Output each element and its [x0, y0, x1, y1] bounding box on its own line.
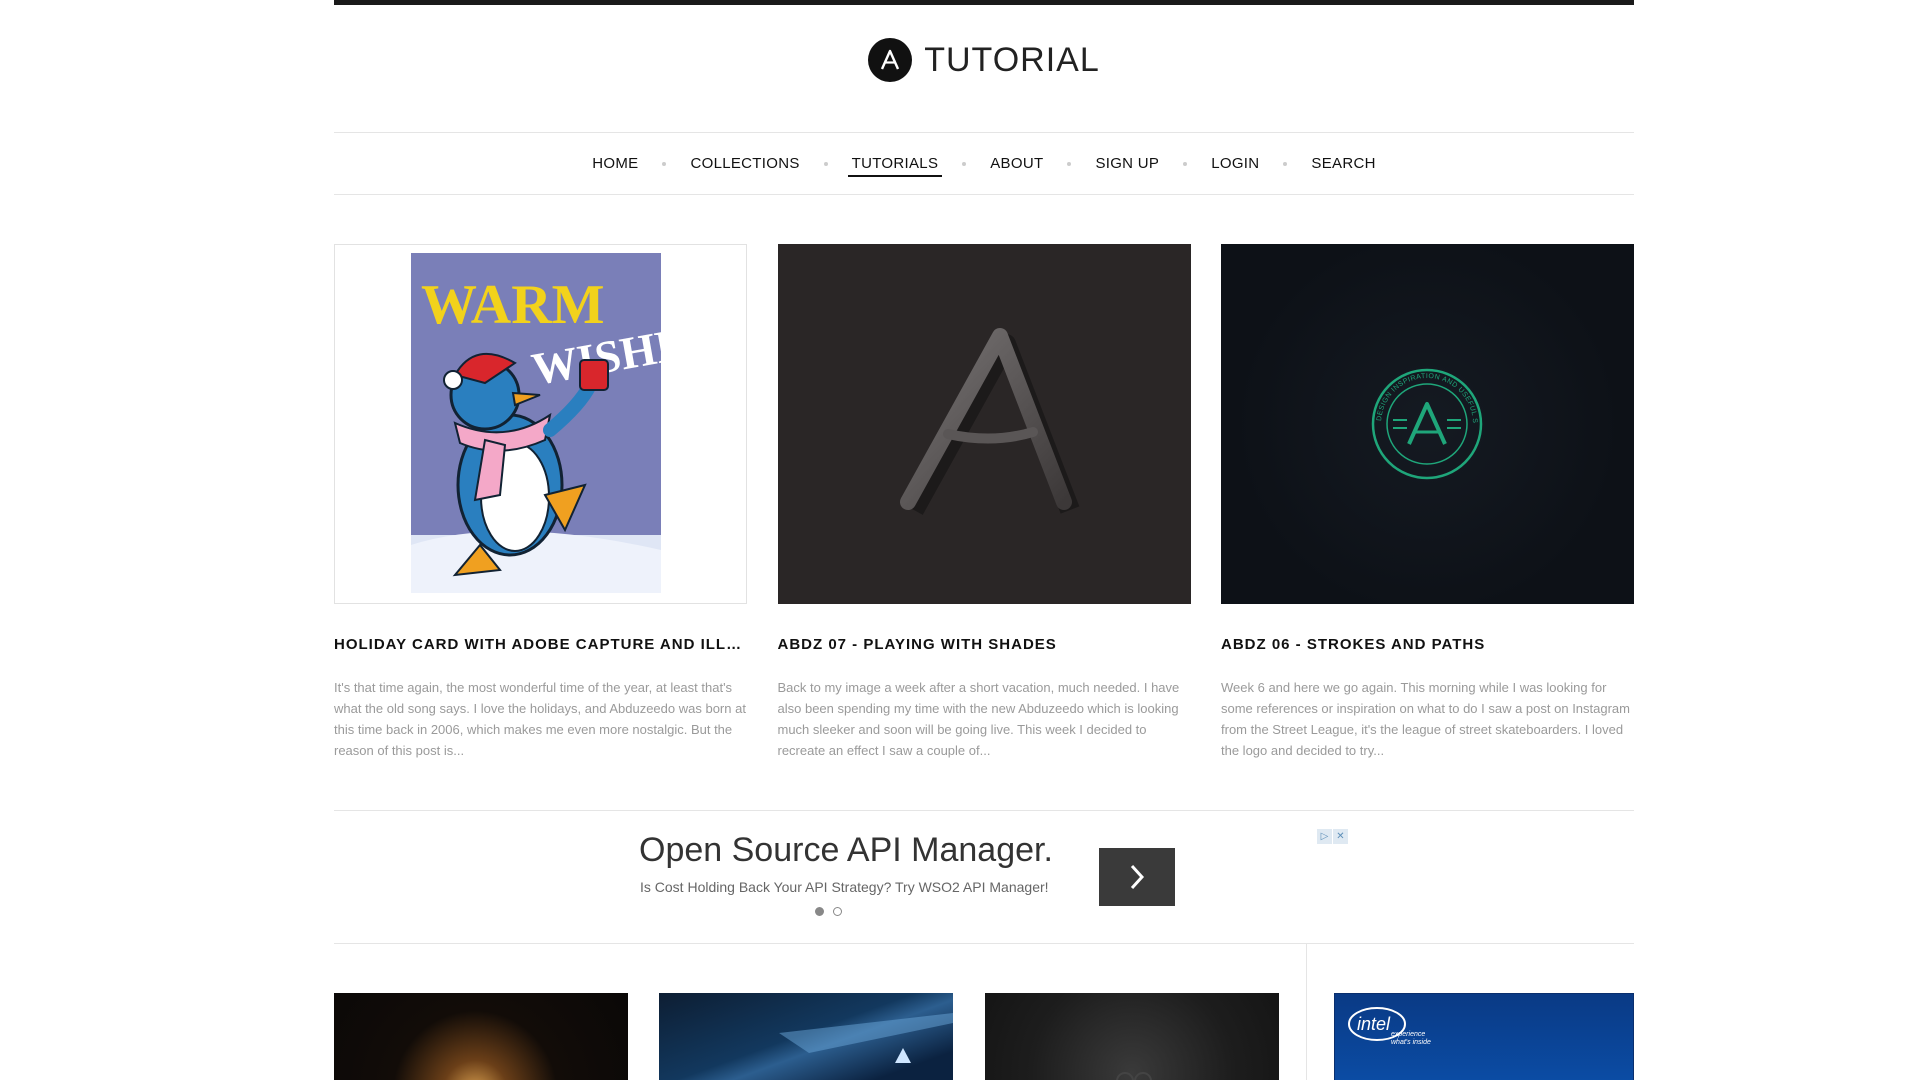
post-grid: WARM WISHES HOLIDAY CARD WITH ADOBE CAPT… [334, 244, 1634, 761]
nav-separator [1183, 161, 1188, 166]
sidebar-divider [1306, 944, 1307, 1080]
post-thumbnail[interactable] [659, 993, 953, 1080]
post-card: WARM WISHES HOLIDAY CARD WITH ADOBE CAPT… [334, 244, 747, 761]
nav-separator [1067, 161, 1072, 166]
content-wrapper: TUTORIAL HOME COLLECTIONS TUTORIALS ABOU… [334, 0, 1634, 1080]
sidebar-ad-intel[interactable]: intel experience what's inside [1334, 993, 1634, 1080]
post-thumbnail-playing-with-shades[interactable] [777, 244, 1191, 604]
nav-search[interactable]: SEARCH [1307, 155, 1379, 172]
thumb-title-warm: WARM [421, 274, 605, 336]
nav-collections[interactable]: COLLECTIONS [686, 155, 803, 172]
ad-headline[interactable]: Open Source API Manager. [639, 831, 1053, 870]
post-excerpt: Back to my image a week after a short va… [777, 680, 1180, 758]
post-thumbnail[interactable] [334, 993, 628, 1080]
site-logo[interactable]: TUTORIAL [334, 38, 1634, 82]
intel-tagline-1: experience [1391, 1031, 1425, 1038]
nav-home[interactable]: HOME [588, 155, 642, 172]
nav-separator [962, 161, 967, 166]
svg-text:DESIGN INSPIRATION AND USEFUL: DESIGN INSPIRATION AND USEFUL STUFF [1221, 244, 1478, 424]
chevron-right-icon [1130, 864, 1145, 890]
post-excerpt: Week 6 and here we go again. This mornin… [1221, 680, 1630, 758]
ad-subline[interactable]: Is Cost Holding Back Your API Strategy? … [640, 879, 1049, 895]
post-card: DESIGN INSPIRATION AND USEFUL STUFF ABDZ… [1221, 244, 1634, 761]
post-thumbnail[interactable] [985, 993, 1279, 1080]
nav-separator [823, 161, 828, 166]
main-nav: HOME COLLECTIONS TUTORIALS ABOUT SIGN UP… [334, 132, 1634, 195]
post-thumbnail-strokes-and-paths[interactable]: DESIGN INSPIRATION AND USEFUL STUFF [1221, 244, 1634, 604]
post-thumbnail-holiday-card[interactable]: WARM WISHES [334, 244, 747, 604]
page: TUTORIAL HOME COLLECTIONS TUTORIALS ABOU… [0, 0, 1920, 1080]
post-title[interactable]: ABDZ 07 - PLAYING WITH SHADES [778, 636, 1191, 653]
intel-logo: intel [1357, 1014, 1391, 1034]
ad-banner: Open Source API Manager. Is Cost Holding… [334, 810, 1634, 944]
badge-text: DESIGN INSPIRATION AND USEFUL STUFF [1221, 244, 1478, 424]
post-title[interactable]: HOLIDAY CARD WITH ADOBE CAPTURE AND ILLU… [334, 636, 747, 653]
intel-tagline-2: what's inside [1391, 1039, 1431, 1046]
ad-pagination [815, 907, 842, 916]
logo-a-icon [868, 38, 913, 82]
ad-close-icon[interactable]: ✕ [1333, 829, 1348, 844]
post-excerpt: It's that time again, the most wonderful… [334, 680, 746, 758]
nav-separator [1283, 161, 1288, 166]
ad-choices: ▷ ✕ [1317, 829, 1348, 844]
nav-login[interactable]: LOGIN [1207, 155, 1263, 172]
nav-tutorials[interactable]: TUTORIALS [847, 155, 943, 177]
post-title[interactable]: ABDZ 06 - STROKES AND PATHS [1221, 636, 1634, 653]
ad-dot-2[interactable] [833, 907, 842, 916]
site-name: TUTORIAL [924, 40, 1100, 79]
nav-about[interactable]: ABOUT [986, 155, 1047, 172]
post-card: ABDZ 07 - PLAYING WITH SHADES Back to my… [777, 244, 1191, 761]
nav-sign-up[interactable]: SIGN UP [1091, 155, 1163, 172]
ad-dot-1[interactable] [815, 907, 824, 916]
nav-separator [662, 161, 667, 166]
ad-next-button[interactable] [1099, 848, 1175, 906]
more-posts-row: intel experience what's inside [334, 944, 1634, 1080]
ad-info-icon[interactable]: ▷ [1317, 829, 1332, 844]
